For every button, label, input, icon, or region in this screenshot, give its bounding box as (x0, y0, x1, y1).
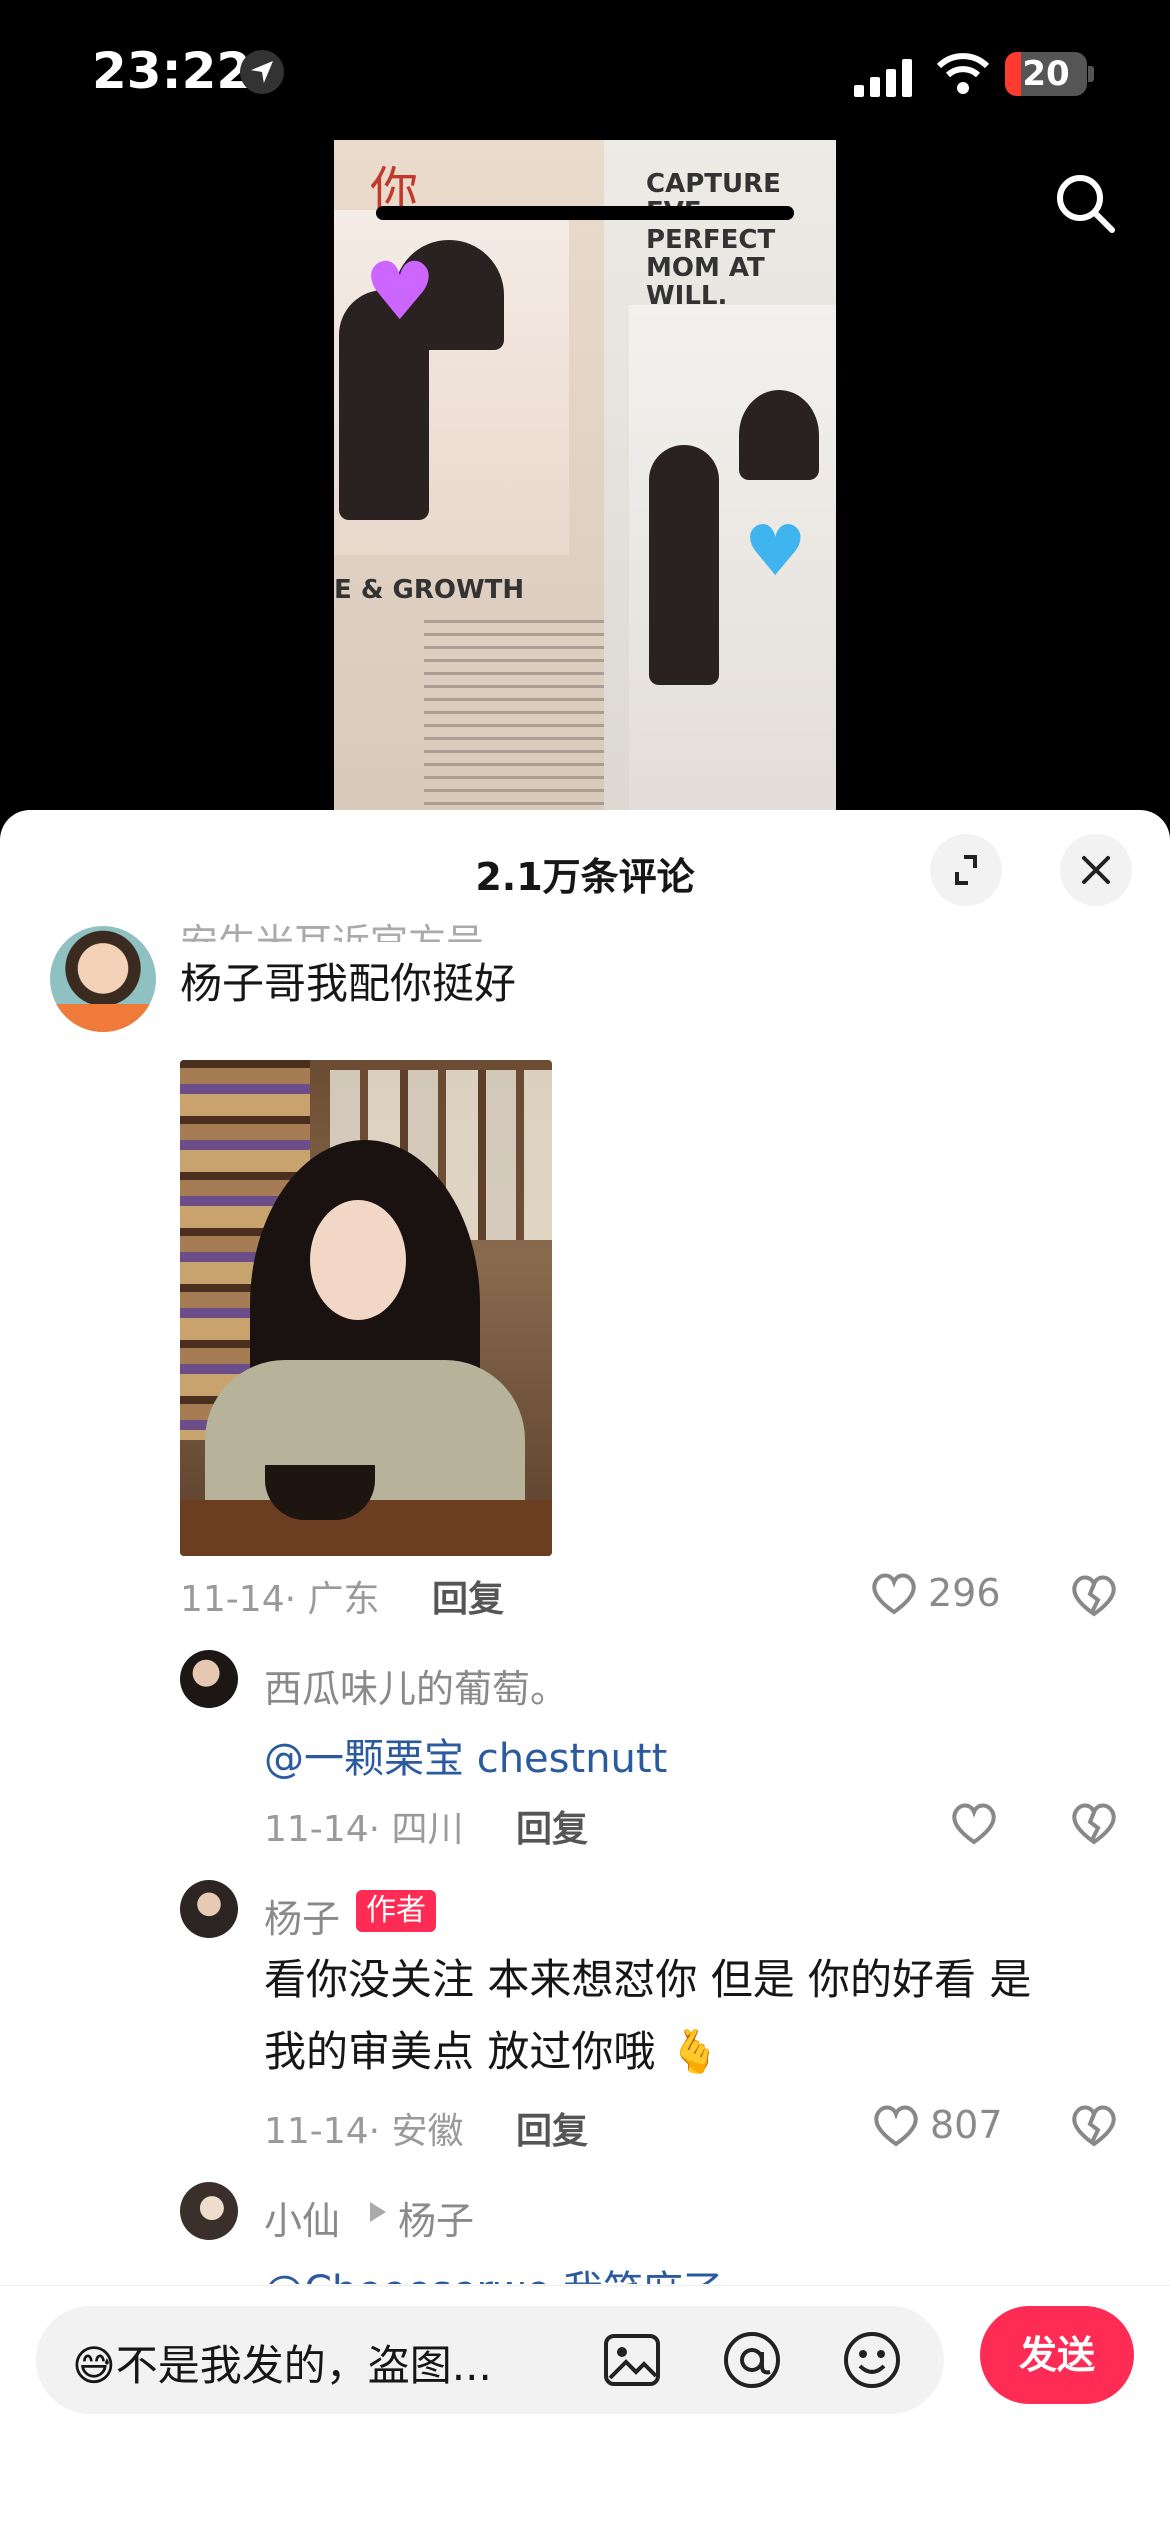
comment-date: 11-14· 广东 (180, 1579, 380, 1620)
comment-input[interactable]: 😅不是我发的，盗图... (36, 2306, 944, 2414)
comment-text-partial: @Cheeeserwe 我笑麻了 (264, 2258, 723, 2284)
comment-date: 11-14· 四川 (264, 1809, 464, 1850)
reply-button[interactable]: 回复 (516, 2102, 588, 2154)
close-button[interactable] (1060, 834, 1132, 906)
comment-username[interactable]: 安生米耳近官方号 (180, 912, 484, 942)
like-heart-icon[interactable] (950, 1800, 998, 1846)
video-player[interactable]: CAPTURE EVE PERFECT MOM AT WILL. E & GRO… (334, 140, 836, 830)
like-count: 807 (930, 2103, 1003, 2147)
signal-icon (854, 59, 912, 97)
like-heart-icon[interactable] (870, 1570, 918, 1616)
avatar[interactable] (180, 1650, 238, 1708)
avatar[interactable] (50, 926, 156, 1032)
reply-to-username[interactable]: 杨子 (398, 2190, 474, 2245)
reply-button[interactable]: 回复 (516, 1800, 588, 1852)
person-face (310, 1200, 406, 1320)
video-headline: CAPTURE EVE PERFECT MOM AT WILL. (646, 169, 781, 311)
composer-bar: 😅不是我发的，盗图... 发送 (0, 2285, 1170, 2532)
reply-username[interactable]: 杨子 (264, 1888, 340, 1943)
avatar[interactable] (180, 2182, 238, 2240)
reply-username[interactable]: 西瓜味儿的葡萄。 (264, 1658, 568, 1713)
emoji-icon[interactable] (842, 2330, 902, 2390)
reply-button[interactable]: 回复 (432, 1570, 504, 1622)
comment-text: 我的审美点 放过你哦 🫰 (264, 2027, 721, 2076)
close-icon (1082, 856, 1110, 884)
like-count: 296 (928, 1571, 1001, 1615)
search-icon[interactable] (1052, 170, 1118, 236)
location-arrow-icon (240, 50, 284, 94)
coffee-cup (265, 1465, 375, 1520)
purple-heart-icon: ♥ (364, 245, 436, 338)
video-subheading: E & GROWTH (334, 575, 525, 605)
reply-username[interactable]: 小仙 (264, 2190, 340, 2245)
home-indicator (376, 206, 794, 220)
avatar[interactable] (180, 1880, 238, 1938)
comment-text: 看你没关注 本来想怼你 但是 你的好看 是 (264, 1955, 1032, 2004)
expand-button[interactable] (930, 834, 1002, 906)
wifi-icon (936, 53, 990, 94)
comment-text: 杨子哥我配你挺好 (180, 959, 517, 1008)
comments-sheet: 2.1万条评论 安生米耳近官方号 杨子哥我配你挺好 11-14· 广东 回复 2… (0, 810, 1170, 2532)
reply-arrow-icon (370, 2202, 386, 2222)
blue-heart-icon: ♥ (744, 510, 807, 592)
comment-input-text: 😅不是我发的，盗图... (72, 2341, 492, 2390)
expand-icon (955, 855, 977, 885)
comment-date: 11-14· 安徽 (264, 2111, 464, 2152)
at-mention-icon[interactable] (722, 2330, 782, 2390)
table (180, 1500, 552, 1556)
author-badge: 作者 (356, 1890, 436, 1932)
like-heart-icon[interactable] (872, 2102, 920, 2148)
comment-image[interactable] (180, 1060, 552, 1556)
status-bar: 23:22 20 (0, 0, 1170, 150)
mention-link[interactable]: @一颗栗宝 chestnutt (264, 1726, 667, 1784)
clock: 23:22 (92, 42, 252, 100)
battery-nub (1088, 66, 1094, 82)
battery-indicator: 20 (1005, 52, 1087, 96)
dislike-heart-icon[interactable] (1070, 2102, 1118, 2148)
dislike-heart-icon[interactable] (1070, 1800, 1118, 1846)
send-button[interactable]: 发送 (980, 2306, 1134, 2404)
image-icon[interactable] (602, 2330, 662, 2390)
video-body-text (424, 620, 604, 810)
dislike-heart-icon[interactable] (1070, 1572, 1118, 1618)
